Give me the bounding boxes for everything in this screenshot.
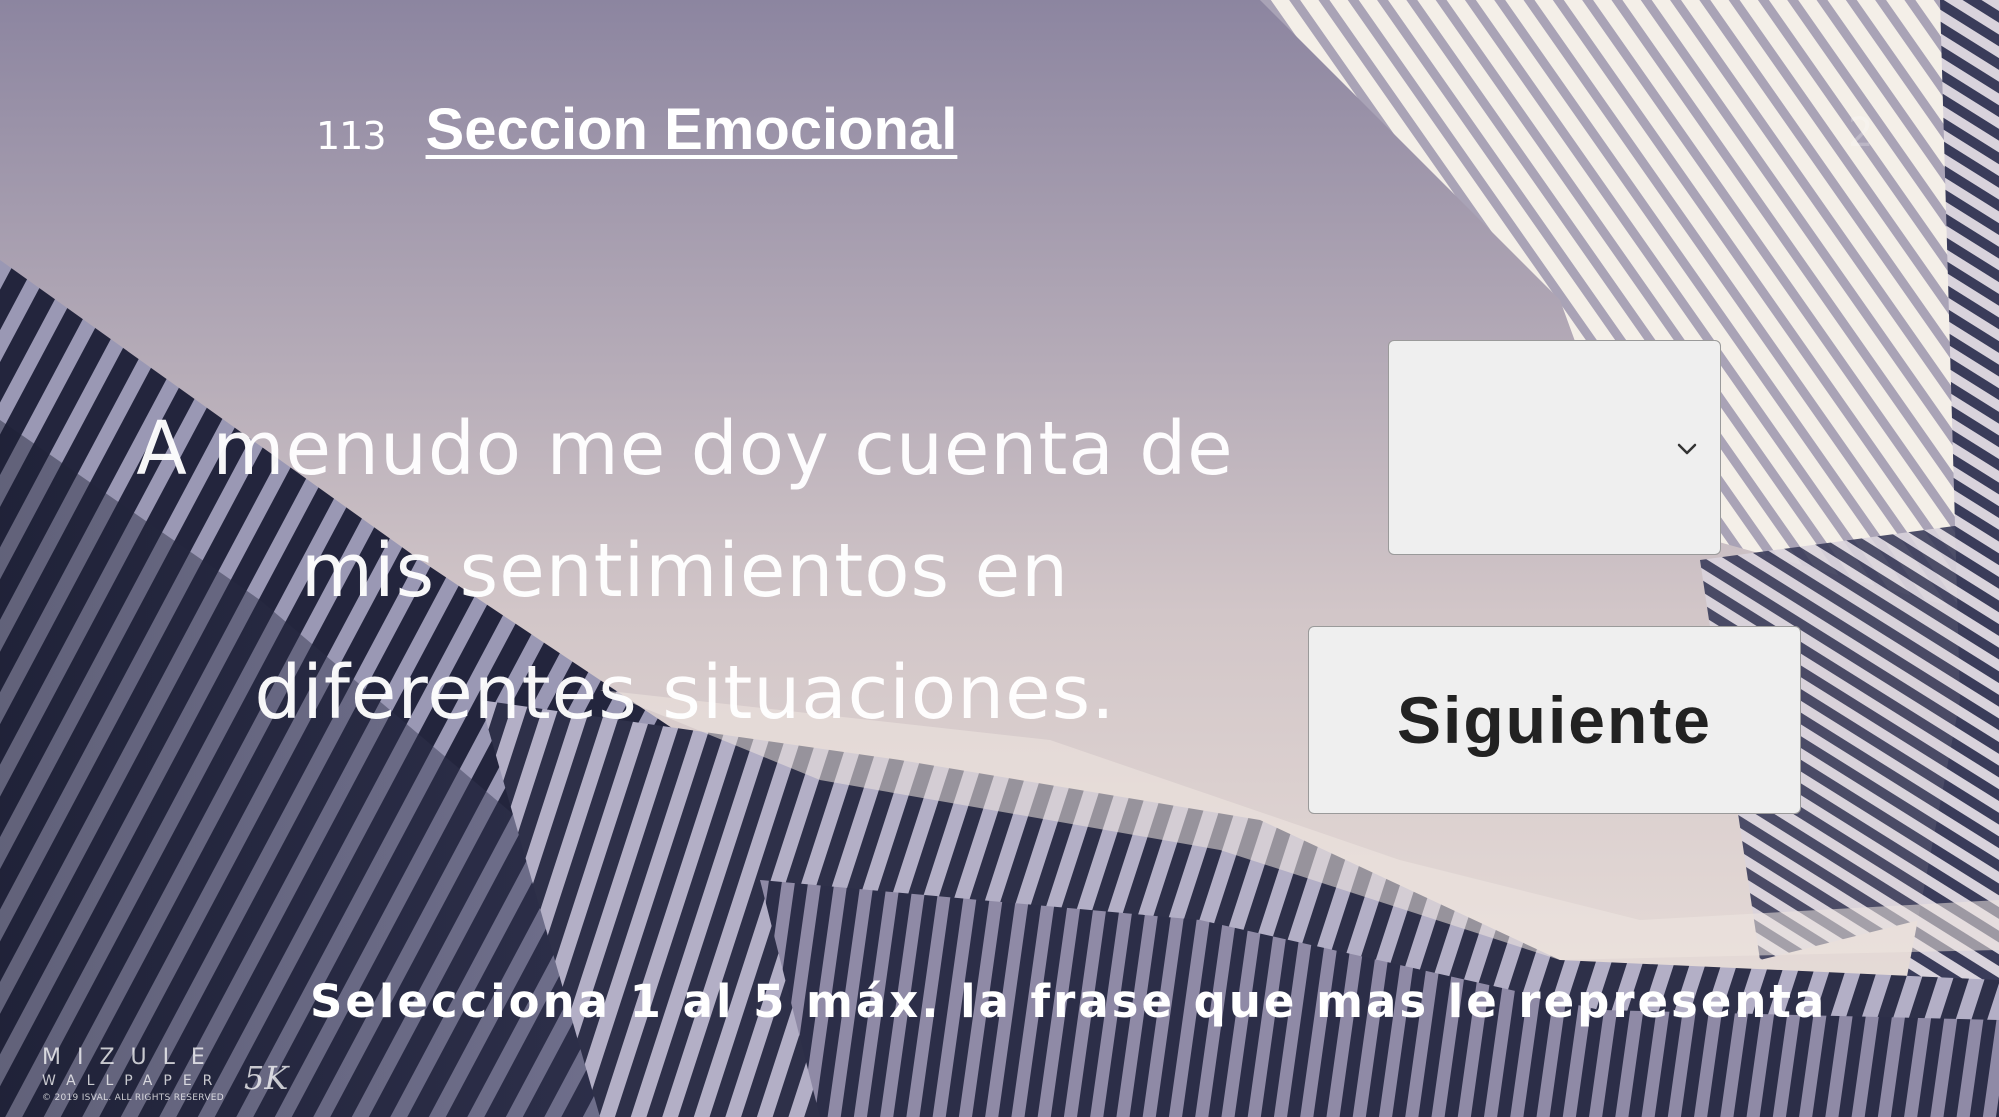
header: 113 Seccion Emocional xyxy=(316,96,957,163)
wallpaper-watermark: MIZULE WALLPAPER 5K © 2019 ISVAL. ALL RI… xyxy=(40,1045,340,1110)
question-text: A menudo me doy cuenta de mis sentimient… xyxy=(136,406,1234,736)
app-screen: 113 Seccion Emocional 2 A menudo me doy … xyxy=(0,0,1999,1117)
watermark-badge: 5K xyxy=(244,1059,289,1097)
section-title: Seccion Emocional xyxy=(425,97,958,162)
corner-mark: 2 xyxy=(1848,110,1874,156)
watermark-copyright: © 2019 ISVAL. ALL RIGHTS RESERVED xyxy=(42,1093,225,1103)
question-number: 113 xyxy=(316,114,387,158)
next-button[interactable]: Siguiente xyxy=(1308,626,1801,814)
watermark-brand: MIZULE xyxy=(42,1045,221,1070)
answer-select[interactable] xyxy=(1388,340,1721,555)
watermark-subtitle: WALLPAPER xyxy=(42,1073,224,1089)
instruction-text: Selecciona 1 al 5 máx. la frase que mas … xyxy=(310,975,1828,1028)
chevron-down-icon[interactable] xyxy=(1675,437,1699,461)
